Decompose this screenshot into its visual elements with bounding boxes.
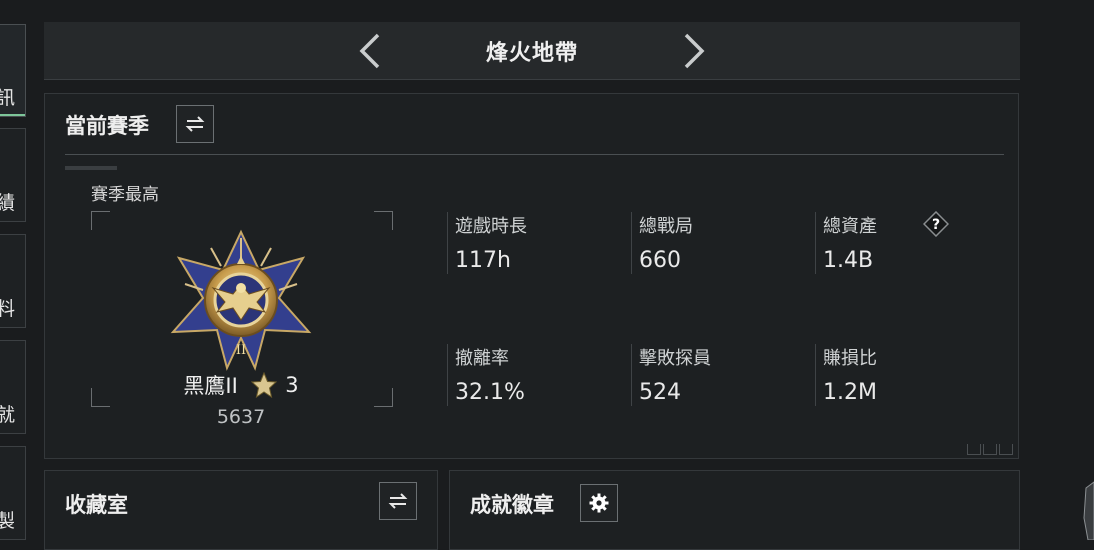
collection-panel: 收藏室 — [44, 470, 438, 550]
mode-title: 烽火地帶 — [485, 41, 578, 66]
side-tab-label: 績 — [0, 188, 15, 215]
swap-arrows-icon — [185, 116, 205, 132]
switch-season-button[interactable] — [176, 105, 214, 143]
stat-value: 1.4B — [823, 248, 874, 273]
rank-medal-icon: II — [170, 229, 312, 371]
section-divider — [65, 154, 1004, 155]
star-icon — [250, 372, 277, 398]
stat-label: 遊戲時長 — [455, 216, 527, 237]
mode-header: 烽火地帶 — [44, 22, 1020, 80]
stat-label: 擊敗探員 — [639, 348, 711, 369]
next-mode-button[interactable] — [678, 32, 708, 70]
side-tab-craft[interactable]: 製 — [0, 446, 26, 540]
current-season-panel: 當前賽季 賽季最高 II 黑鷹II 3 5637 遊戲時長 117h 總戰局 6… — [44, 93, 1019, 459]
svg-text:II: II — [236, 343, 246, 358]
stat-label: 總戰局 — [639, 216, 693, 237]
stat-value: 117h — [455, 248, 511, 273]
side-tab-label: 就 — [0, 400, 15, 427]
question-diamond-icon[interactable]: ? — [922, 210, 950, 238]
achievements-panel: 成就徽章 — [449, 470, 1020, 550]
stat-value: 32.1% — [455, 380, 525, 405]
stat-label: 撤離率 — [455, 348, 509, 369]
achievement-settings-button[interactable] — [580, 484, 618, 522]
season-title: 當前賽季 — [65, 114, 149, 138]
divider-tag — [65, 166, 117, 170]
side-tab-achievement[interactable]: 就 — [0, 340, 26, 434]
achievements-title: 成就徽章 — [470, 493, 554, 517]
side-tab-label: 料 — [0, 294, 15, 321]
collection-title: 收藏室 — [65, 493, 128, 517]
stat-value: 660 — [639, 248, 681, 273]
rank-name: 黑鷹II — [183, 374, 238, 398]
stat-value: 524 — [639, 380, 681, 405]
corner-deco — [983, 444, 997, 455]
swap-arrows-icon — [388, 493, 408, 509]
stat-label: 賺損比 — [823, 348, 877, 369]
side-tab-record[interactable]: 績 — [0, 128, 26, 222]
corner-deco — [967, 444, 981, 455]
side-tab-label: 訊 — [0, 83, 15, 110]
rank-row: 黑鷹II 3 — [141, 370, 341, 400]
side-tab-info[interactable]: 訊 — [0, 24, 26, 117]
rank-stars: 3 — [285, 373, 299, 397]
stat-label: 總資產 — [823, 216, 877, 237]
rank-score: 5637 — [216, 406, 266, 428]
switch-collection-button[interactable] — [379, 482, 417, 520]
corner-deco — [999, 444, 1013, 455]
side-tab-rail: 訊 績 料 就 製 — [0, 0, 30, 540]
side-tab-data[interactable]: 料 — [0, 234, 26, 328]
stat-value: 1.2M — [823, 380, 877, 405]
season-best-label: 賽季最高 — [91, 185, 159, 205]
help-label: ? — [932, 217, 940, 233]
chevron-right-icon — [684, 33, 705, 69]
character-edge-decoration — [1083, 481, 1094, 540]
side-tab-label: 製 — [0, 506, 15, 533]
gear-icon — [589, 493, 609, 513]
